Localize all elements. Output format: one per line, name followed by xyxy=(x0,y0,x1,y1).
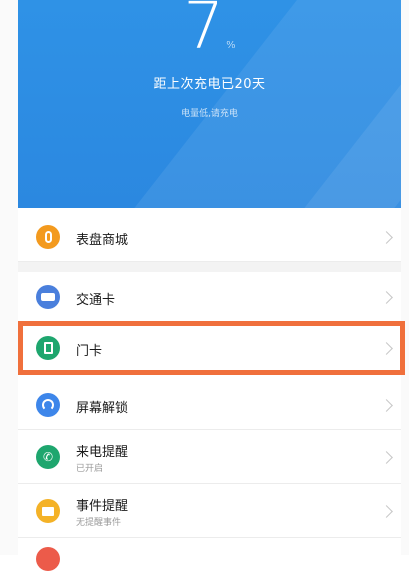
battery-header: 7% 距上次充电已20天 电量低,请充电 xyxy=(18,0,401,208)
battery-unit: % xyxy=(226,40,236,51)
watch-icon xyxy=(36,225,60,249)
chevron-right-icon xyxy=(380,399,393,412)
right-margin xyxy=(401,0,409,555)
section-divider xyxy=(18,262,401,272)
alarm-icon xyxy=(36,547,60,571)
phone-icon: ✆ xyxy=(36,445,60,469)
last-charge-text: 距上次充电已20天 xyxy=(153,77,266,92)
unlock-icon xyxy=(36,393,60,417)
battery-value: 7 xyxy=(183,0,225,64)
chevron-right-icon xyxy=(380,505,393,518)
battery-percentage: 7% xyxy=(18,0,401,81)
menu-item-label: 屏幕解锁 xyxy=(76,401,129,416)
menu-item-transit-card[interactable]: 交通卡 xyxy=(18,272,401,322)
door-card-icon xyxy=(36,336,60,360)
menu-item-label: 表盘商城 xyxy=(76,233,129,248)
menu-item-label: 门卡 xyxy=(76,344,103,359)
event-icon xyxy=(36,499,60,523)
left-margin xyxy=(0,0,18,555)
menu-item-partial[interactable] xyxy=(18,538,401,571)
chevron-right-icon xyxy=(380,451,393,464)
menu-item-screen-unlock[interactable]: 屏幕解锁 xyxy=(18,380,401,430)
menu-item-label: 来电提醒 xyxy=(76,445,129,460)
menu-item-status: 无提醒事件 xyxy=(76,518,122,528)
menu-item-label: 事件提醒 xyxy=(76,499,129,514)
menu-item-watchface-store[interactable]: 表盘商城 xyxy=(18,212,401,262)
low-battery-hint: 电量低,请充电 xyxy=(181,109,238,119)
chevron-right-icon xyxy=(380,291,393,304)
menu-item-door-card[interactable]: 门卡 xyxy=(18,322,401,374)
menu-item-status: 已开启 xyxy=(76,464,104,474)
bus-card-icon xyxy=(36,285,60,309)
chevron-right-icon xyxy=(380,342,393,355)
menu-item-call-alert[interactable]: ✆ 来电提醒 已开启 xyxy=(18,430,401,484)
menu-item-label: 交通卡 xyxy=(76,293,116,308)
menu-item-event-alert[interactable]: 事件提醒 无提醒事件 xyxy=(18,484,401,538)
chevron-right-icon xyxy=(380,231,393,244)
